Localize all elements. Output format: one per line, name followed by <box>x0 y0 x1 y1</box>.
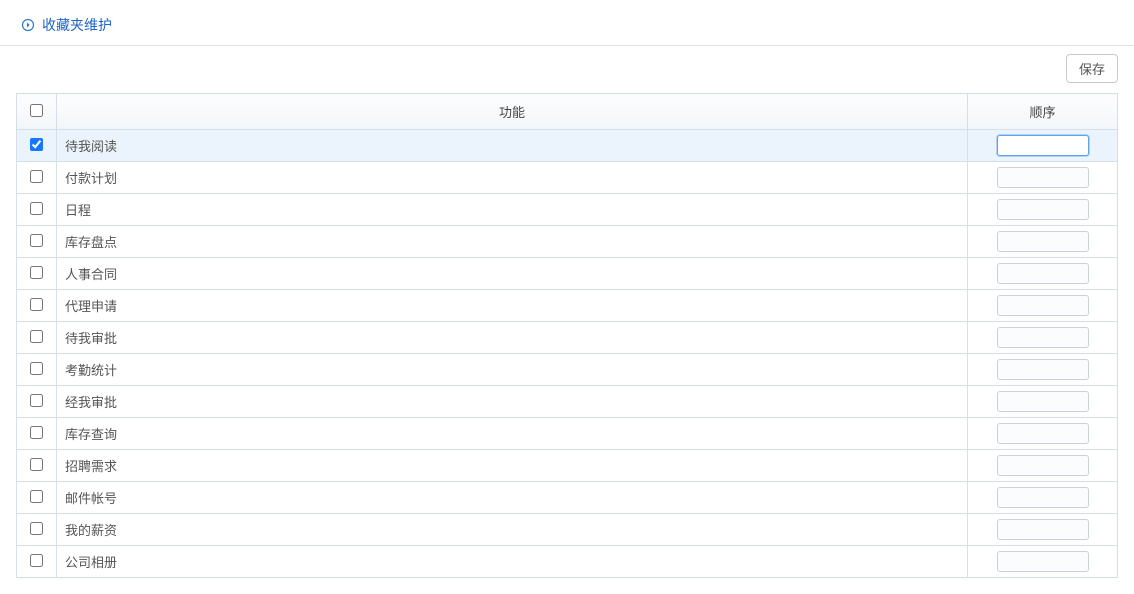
table-row: 邮件帐号 <box>17 482 1118 514</box>
favorites-table: 功能 顺序 待我阅读付款计划日程库存盘点人事合同代理申请待我审批考勤统计经我审批… <box>16 93 1118 578</box>
table-row: 待我阅读 <box>17 130 1118 162</box>
row-checkbox[interactable] <box>30 362 43 375</box>
row-checkbox-cell <box>17 546 57 578</box>
row-order-cell <box>968 226 1118 258</box>
row-checkbox[interactable] <box>30 522 43 535</box>
toolbar: 保存 <box>0 46 1134 93</box>
row-checkbox-cell <box>17 194 57 226</box>
row-function-cell: 待我审批 <box>57 322 968 354</box>
row-checkbox-cell <box>17 450 57 482</box>
order-input[interactable] <box>997 423 1089 444</box>
row-checkbox[interactable] <box>30 394 43 407</box>
row-checkbox[interactable] <box>30 458 43 471</box>
order-input[interactable] <box>997 327 1089 348</box>
row-checkbox[interactable] <box>30 234 43 247</box>
row-function-cell: 邮件帐号 <box>57 482 968 514</box>
row-checkbox-cell <box>17 482 57 514</box>
row-function-cell: 代理申请 <box>57 290 968 322</box>
row-order-cell <box>968 418 1118 450</box>
row-checkbox-cell <box>17 290 57 322</box>
page-title-wrap: 收藏夹维护 <box>20 15 112 35</box>
table-row: 付款计划 <box>17 162 1118 194</box>
row-checkbox-cell <box>17 162 57 194</box>
table-container: 功能 顺序 待我阅读付款计划日程库存盘点人事合同代理申请待我审批考勤统计经我审批… <box>0 93 1134 594</box>
table-row: 我的薪资 <box>17 514 1118 546</box>
row-function-cell: 我的薪资 <box>57 514 968 546</box>
row-order-cell <box>968 290 1118 322</box>
header-checkbox-cell <box>17 94 57 130</box>
table-row: 人事合同 <box>17 258 1118 290</box>
arrow-circle-right-icon <box>20 17 36 33</box>
row-order-cell <box>968 258 1118 290</box>
row-checkbox[interactable] <box>30 202 43 215</box>
row-function-cell: 待我阅读 <box>57 130 968 162</box>
row-checkbox[interactable] <box>30 138 43 151</box>
table-row: 考勤统计 <box>17 354 1118 386</box>
row-function-cell: 库存盘点 <box>57 226 968 258</box>
row-order-cell <box>968 514 1118 546</box>
header-function: 功能 <box>57 94 968 130</box>
row-order-cell <box>968 194 1118 226</box>
page-header: 收藏夹维护 <box>0 0 1134 46</box>
header-order: 顺序 <box>968 94 1118 130</box>
row-checkbox-cell <box>17 354 57 386</box>
row-checkbox-cell <box>17 258 57 290</box>
row-function-cell: 公司相册 <box>57 546 968 578</box>
table-row: 招聘需求 <box>17 450 1118 482</box>
row-function-cell: 库存查询 <box>57 418 968 450</box>
row-checkbox[interactable] <box>30 554 43 567</box>
row-function-cell: 招聘需求 <box>57 450 968 482</box>
row-checkbox[interactable] <box>30 170 43 183</box>
row-order-cell <box>968 322 1118 354</box>
row-order-cell <box>968 450 1118 482</box>
row-function-cell: 经我审批 <box>57 386 968 418</box>
row-checkbox-cell <box>17 226 57 258</box>
row-order-cell <box>968 130 1118 162</box>
row-order-cell <box>968 482 1118 514</box>
order-input[interactable] <box>997 455 1089 476</box>
order-input[interactable] <box>997 263 1089 284</box>
save-button[interactable]: 保存 <box>1066 54 1118 83</box>
table-row: 库存盘点 <box>17 226 1118 258</box>
row-order-cell <box>968 546 1118 578</box>
order-input[interactable] <box>997 231 1089 252</box>
row-checkbox-cell <box>17 514 57 546</box>
row-checkbox[interactable] <box>30 490 43 503</box>
table-header-row: 功能 顺序 <box>17 94 1118 130</box>
row-checkbox[interactable] <box>30 330 43 343</box>
order-input[interactable] <box>997 167 1089 188</box>
row-order-cell <box>968 354 1118 386</box>
row-checkbox[interactable] <box>30 298 43 311</box>
order-input[interactable] <box>997 487 1089 508</box>
table-row: 日程 <box>17 194 1118 226</box>
order-input[interactable] <box>997 295 1089 316</box>
row-checkbox[interactable] <box>30 426 43 439</box>
order-input[interactable] <box>997 199 1089 220</box>
order-input[interactable] <box>997 359 1089 380</box>
order-input[interactable] <box>997 135 1089 156</box>
row-checkbox-cell <box>17 130 57 162</box>
row-function-cell: 考勤统计 <box>57 354 968 386</box>
table-row: 经我审批 <box>17 386 1118 418</box>
row-function-cell: 付款计划 <box>57 162 968 194</box>
row-checkbox-cell <box>17 418 57 450</box>
order-input[interactable] <box>997 519 1089 540</box>
row-checkbox-cell <box>17 322 57 354</box>
row-function-cell: 日程 <box>57 194 968 226</box>
order-input[interactable] <box>997 551 1089 572</box>
select-all-checkbox[interactable] <box>30 104 43 117</box>
row-order-cell <box>968 162 1118 194</box>
order-input[interactable] <box>997 391 1089 412</box>
row-function-cell: 人事合同 <box>57 258 968 290</box>
page-title: 收藏夹维护 <box>42 15 112 35</box>
row-checkbox[interactable] <box>30 266 43 279</box>
table-row: 待我审批 <box>17 322 1118 354</box>
row-order-cell <box>968 386 1118 418</box>
table-row: 公司相册 <box>17 546 1118 578</box>
table-row: 库存查询 <box>17 418 1118 450</box>
row-checkbox-cell <box>17 386 57 418</box>
table-row: 代理申请 <box>17 290 1118 322</box>
